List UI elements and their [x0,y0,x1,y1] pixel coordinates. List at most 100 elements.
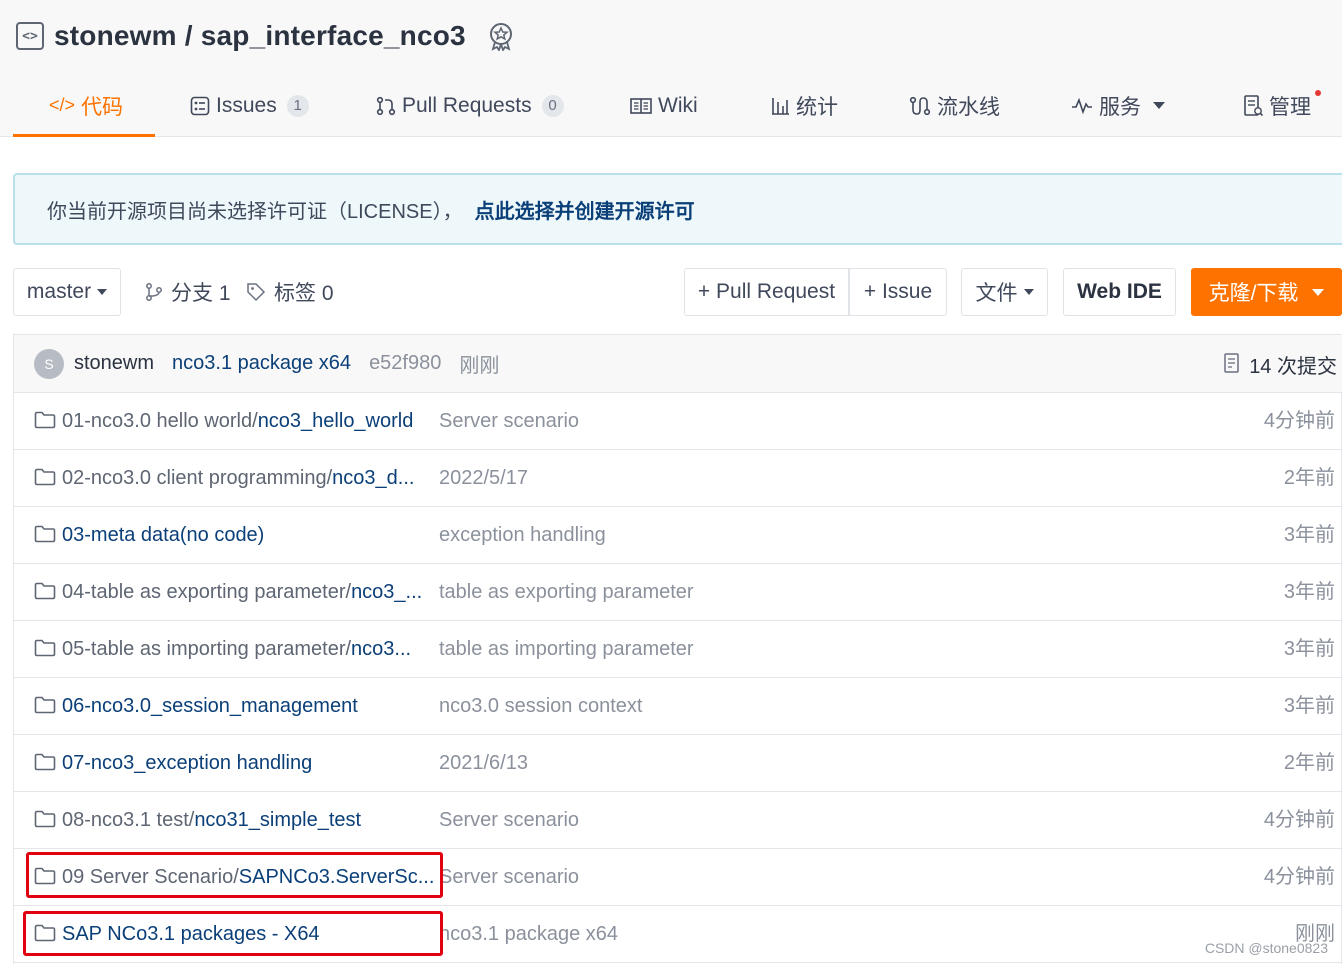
file-dir-path[interactable]: 05-table as importing parameter/ [62,638,351,660]
file-name-link[interactable]: 01-nco3.0 hello world/nco3_hello_world [62,393,440,450]
file-dir-path[interactable]: 08-nco3.1 test/ [62,809,194,831]
file-name-link[interactable]: 08-nco3.1 test/nco31_simple_test [62,792,440,849]
pull-requests-count-badge: 0 [541,94,564,117]
commit-history-icon [1223,353,1241,375]
repo-owner[interactable]: stonewm [54,20,177,51]
file-name-link[interactable]: 05-table as importing parameter/nco3... [62,621,440,678]
file-leaf-name[interactable]: nco3_hello_world [258,410,414,432]
file-row[interactable]: 03-meta data(no code) exception handling 3… [14,507,1342,564]
folder-icon [34,810,56,828]
stats-icon [770,96,790,116]
file-leaf-name[interactable]: nco3_... [351,581,422,603]
watermark: CSDN @stone0823 [1204,940,1328,956]
branch-select-label: master [26,280,92,303]
create-license-link[interactable]: 点此选择并创建开源许可 [475,195,695,224]
file-row[interactable]: 09 Server Scenario/SAPNCo3.ServerSc... Se… [14,849,1342,906]
notification-dot [1315,90,1321,96]
new-issue-button[interactable]: + Issue [849,268,947,316]
file-commit-time: 4分钟前 [1263,809,1335,831]
tab-code[interactable]: </> 代码 [49,74,123,137]
file-name-link[interactable]: 07-nco3_exception handling [62,735,440,792]
code-icon: </> [49,95,76,115]
file-commit-time: 4分钟前 [1263,866,1335,888]
file-leaf-name[interactable]: 03-meta data(no code) [62,524,264,546]
web-ide-button[interactable]: Web IDE [1063,268,1176,316]
file-name-link[interactable]: 03-meta data(no code) [62,507,440,564]
branch-icon [145,282,163,302]
file-name-link[interactable]: 04-table as exporting parameter/nco3_... [62,564,440,621]
clone-download-button[interactable]: 克隆/下载 [1191,268,1342,316]
file-dir-path[interactable]: 01-nco3.0 hello world/ [62,410,258,432]
file-row[interactable]: 04-table as exporting parameter/nco3_...… [14,564,1342,621]
file-leaf-name[interactable]: SAPNCo3.ServerSc... [239,866,435,888]
commit-count-link[interactable]: 14 次提交 [1223,335,1337,393]
tab-pull-requests[interactable]: Pull Requests 0 [376,74,564,137]
file-commit-message[interactable]: Server scenario [439,393,579,450]
repo-separator: / [184,20,193,51]
file-leaf-name[interactable]: nco3_d... [332,467,414,489]
file-commit-message[interactable]: 2022/5/17 [439,450,528,507]
file-leaf-name[interactable]: 07-nco3_exception handling [62,752,312,774]
repo-tabs: </> 代码 Issues 1 Pull Requests 0 Wiki 统计 … [13,74,1342,137]
file-name-link[interactable]: 06-nco3.0_session_management [62,678,440,735]
clone-download-label: 克隆/下载 [1208,282,1299,305]
wiki-icon [630,97,652,115]
file-commit-message[interactable]: table as exporting parameter [439,564,694,621]
tab-wiki[interactable]: Wiki [630,74,698,137]
file-leaf-name[interactable]: SAP NCo3.1 packages - X64 [62,923,320,945]
repo-icon: <> [16,22,44,50]
folder-icon [34,582,56,600]
file-menu-button[interactable]: 文件 [961,268,1048,316]
file-commit-message[interactable]: nco3.1 package x64 [439,906,618,963]
tab-issues[interactable]: Issues 1 [190,74,309,137]
tab-service[interactable]: 服务 [1071,74,1165,137]
folder-icon [34,411,56,429]
tags-link[interactable]: 标签 0 [246,268,334,316]
file-row[interactable]: SAP NCo3.1 packages - X64 nco3.1 package … [14,906,1342,963]
file-commit-message[interactable]: Server scenario [439,849,579,906]
file-row[interactable]: 05-table as importing parameter/nco3... t… [14,621,1342,678]
file-dir-path[interactable]: 04-table as exporting parameter/ [62,581,351,603]
file-name-link[interactable]: 09 Server Scenario/SAPNCo3.ServerSc... [62,849,440,906]
tab-manage[interactable]: 管理 [1243,74,1321,137]
file-row[interactable]: 08-nco3.1 test/nco31_simple_test Server s… [14,792,1342,849]
tab-pipeline[interactable]: 流水线 [909,74,1000,137]
file-commit-message[interactable]: Server scenario [439,792,579,849]
file-name-link[interactable]: 02-nco3.0 client programming/nco3_d... [62,450,440,507]
file-commit-message[interactable]: table as importing parameter [439,621,694,678]
award-icon[interactable] [486,21,516,51]
folder-icon [34,696,56,714]
tab-stats[interactable]: 统计 [770,74,838,137]
file-row[interactable]: 01-nco3.0 hello world/nco3_hello_world Se… [14,393,1342,450]
branch-select[interactable]: master [13,268,121,316]
file-row[interactable]: 02-nco3.0 client programming/nco3_d... 20… [14,450,1342,507]
tags-label: 标签 0 [274,282,334,305]
commit-message[interactable]: nco3.1 package x64 [172,352,351,375]
service-icon [1071,97,1093,115]
file-commit-message[interactable]: 2021/6/13 [439,735,528,792]
folder-icon [34,753,56,771]
folder-icon [34,924,56,942]
tab-pull-requests-label: Pull Requests [402,93,532,117]
folder-icon [34,525,56,543]
repo-name-label[interactable]: sap_interface_nco3 [201,20,466,51]
avatar[interactable]: S [34,348,64,379]
new-pull-request-button[interactable]: + Pull Request [684,268,849,316]
branches-link[interactable]: 分支 1 [145,268,231,316]
file-leaf-name[interactable]: 06-nco3.0_session_management [62,695,358,717]
file-commit-message[interactable]: exception handling [439,507,606,564]
folder-icon [34,639,56,657]
file-leaf-name[interactable]: nco31_simple_test [194,809,361,831]
file-row[interactable]: 06-nco3.0_session_management nco3.0 sessi… [14,678,1342,735]
file-leaf-name[interactable]: nco3... [351,638,411,660]
commit-author[interactable]: stonewm [74,352,154,375]
file-dir-path[interactable]: 09 Server Scenario/ [62,866,239,888]
file-commit-message[interactable]: nco3.0 session context [439,678,642,735]
file-row[interactable]: 07-nco3_exception handling 2021/6/13 2年前 [14,735,1342,792]
pull-request-icon [376,96,396,116]
repo-name[interactable]: stonewm / sap_interface_nco3 [54,20,466,52]
commit-sha[interactable]: e52f980 [369,352,441,375]
repo-toolbar: master 分支 1 标签 0 + Pull Request + Issue … [13,268,1342,316]
file-dir-path[interactable]: 02-nco3.0 client programming/ [62,467,332,489]
file-name-link[interactable]: SAP NCo3.1 packages - X64 [62,906,440,963]
